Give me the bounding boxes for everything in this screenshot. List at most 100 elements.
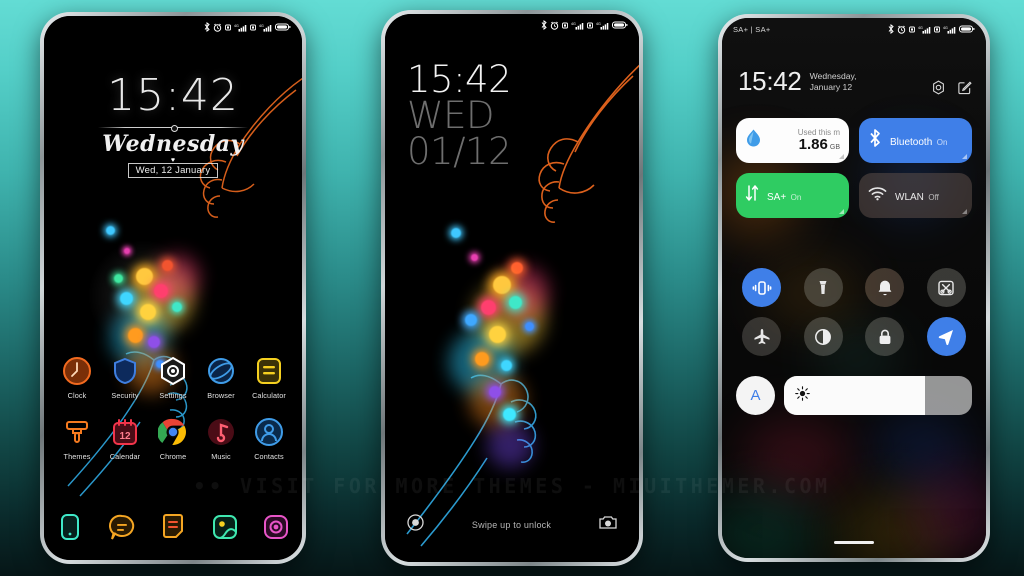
- tile-label: Bluetooth: [890, 136, 933, 148]
- tile-expand-corner[interactable]: [962, 154, 967, 159]
- app-calendar[interactable]: 12 Calendar: [103, 417, 147, 461]
- app-settings[interactable]: Settings: [151, 356, 195, 400]
- svg-text:12: 12: [119, 431, 131, 442]
- gear-icon[interactable]: [931, 80, 946, 100]
- data-arrows-icon: [745, 184, 759, 207]
- screen-home: 4G 4G 15:42 Wednesday ♥ Wed, 12 January …: [44, 16, 302, 560]
- toggle-airplane-mode[interactable]: [742, 317, 782, 356]
- battery-icon: [959, 25, 975, 33]
- hand-orange-icon: [538, 64, 639, 223]
- brightness-row: A: [736, 376, 972, 415]
- app-label: Browser: [207, 391, 235, 400]
- bluetooth-icon: [541, 20, 547, 30]
- alarm-icon: [897, 25, 906, 34]
- home-clock-widget[interactable]: 15:42 Wednesday ♥ Wed, 12 January: [44, 70, 302, 179]
- lock-clock-widget[interactable]: 15:42 WED 01/12: [407, 58, 512, 170]
- contacts-icon: [254, 417, 284, 447]
- app-music[interactable]: Music: [199, 417, 243, 461]
- tile-wlan[interactable]: WLAN Off: [859, 173, 972, 218]
- sim1-signal-icon: 4G: [234, 24, 247, 32]
- clock-icon: [62, 356, 92, 386]
- sim1-signal-icon: 4G: [571, 22, 584, 30]
- tile-expand-corner[interactable]: [839, 154, 844, 159]
- toggle-dark-mode[interactable]: [803, 317, 843, 356]
- tile-label: SA+: [767, 191, 787, 203]
- camera-icon[interactable]: [599, 515, 617, 535]
- phone-middle-lock-screen: 4G 4G 15:42 WED 01/12 Swipe up to unlock: [381, 10, 643, 566]
- clock-divider: [98, 125, 248, 132]
- app-label: Chrome: [159, 452, 187, 461]
- control-center-panel: 15:42 Wednesday, January 12 Used this m …: [722, 18, 986, 558]
- status-bar: 4G 4G: [44, 16, 302, 38]
- tile-value: 1.86: [798, 136, 828, 154]
- svg-text:4G: 4G: [943, 26, 948, 30]
- status-icons: 4G 4G: [888, 24, 975, 34]
- chrome-icon: [157, 417, 188, 447]
- dock-camera[interactable]: [261, 512, 291, 542]
- alarm-icon: [550, 21, 559, 30]
- sim-card-icon: [225, 24, 231, 30]
- themes-brush-icon: [62, 417, 92, 447]
- shield-icon: [110, 356, 140, 386]
- control-center-header: 15:42 Wednesday, January 12: [738, 68, 972, 100]
- auto-brightness-label: A: [750, 387, 761, 404]
- toggle-ringer[interactable]: [865, 268, 905, 307]
- tile-sub: Off: [928, 192, 939, 202]
- unlock-hint: Swipe up to unlock: [471, 520, 552, 530]
- dock-gallery[interactable]: [210, 512, 240, 542]
- lock-weekday: WED: [407, 93, 494, 137]
- lock-icon: [879, 329, 891, 344]
- clock-date: Wed, 12 January: [127, 163, 219, 179]
- tile-text: SA+ On: [767, 187, 840, 205]
- svg-text:4G: 4G: [234, 24, 239, 28]
- battery-icon: [275, 23, 291, 31]
- app-themes[interactable]: Themes: [55, 417, 99, 461]
- status-icons: 4G 4G: [204, 22, 291, 32]
- tile-mobile-data[interactable]: SA+ On: [736, 173, 849, 218]
- app-calculator[interactable]: Calculator: [247, 356, 291, 400]
- toggle-vibrate[interactable]: [742, 268, 782, 307]
- toggle-location[interactable]: [926, 317, 966, 356]
- sim2-signal-icon: 4G: [943, 26, 956, 34]
- app-row-1: Clock Security Settings Browser Calculat…: [55, 356, 291, 400]
- app-browser[interactable]: Browser: [199, 356, 243, 400]
- edit-icon[interactable]: [957, 80, 972, 100]
- dock-notes[interactable]: [158, 512, 188, 542]
- record-circle-icon[interactable]: [407, 514, 424, 536]
- sim-card-icon: [934, 26, 940, 32]
- app-security[interactable]: Security: [103, 356, 147, 400]
- wifi-icon: [868, 186, 887, 206]
- app-clock[interactable]: Clock: [55, 356, 99, 400]
- data-drop-icon: [745, 128, 762, 153]
- app-row-2: Themes 12 Calendar Chrome Music Contacts: [55, 417, 291, 461]
- tile-text: WLAN Off: [895, 187, 963, 205]
- browser-planet-icon: [206, 356, 236, 386]
- tile-bluetooth[interactable]: Bluetooth On: [859, 118, 972, 163]
- lock-time: 15:42: [407, 58, 512, 101]
- toggle-flashlight[interactable]: [803, 268, 843, 307]
- tile-data-usage[interactable]: Used this m 1.86 GB: [736, 118, 849, 163]
- sim-card-icon: [909, 26, 915, 32]
- clock-time: 15:42: [107, 70, 239, 121]
- sim-card-icon: [562, 22, 568, 28]
- brightness-slider[interactable]: [784, 376, 972, 415]
- app-contacts[interactable]: Contacts: [247, 417, 291, 461]
- battery-icon: [612, 21, 628, 29]
- bell-icon: [878, 280, 892, 295]
- status-bar: 4G 4G: [385, 14, 639, 36]
- dock-phone[interactable]: [55, 512, 85, 542]
- tile-label: WLAN: [895, 191, 924, 203]
- dock-messages[interactable]: [107, 512, 137, 542]
- tile-expand-corner[interactable]: [962, 209, 967, 214]
- tile-expand-corner[interactable]: [839, 209, 844, 214]
- auto-brightness-icon[interactable]: A: [736, 376, 775, 415]
- app-label: Themes: [63, 452, 91, 461]
- dock: [55, 512, 291, 542]
- tile-text: Bluetooth On: [890, 132, 963, 150]
- toggle-lock[interactable]: [865, 317, 905, 356]
- home-indicator[interactable]: [834, 541, 874, 544]
- status-carrier: SA+ | SA+: [733, 24, 771, 34]
- toggle-screenshot[interactable]: [926, 268, 966, 307]
- app-chrome[interactable]: Chrome: [151, 417, 195, 461]
- screen-lock: 4G 4G 15:42 WED 01/12 Swipe up to unlock: [385, 14, 639, 562]
